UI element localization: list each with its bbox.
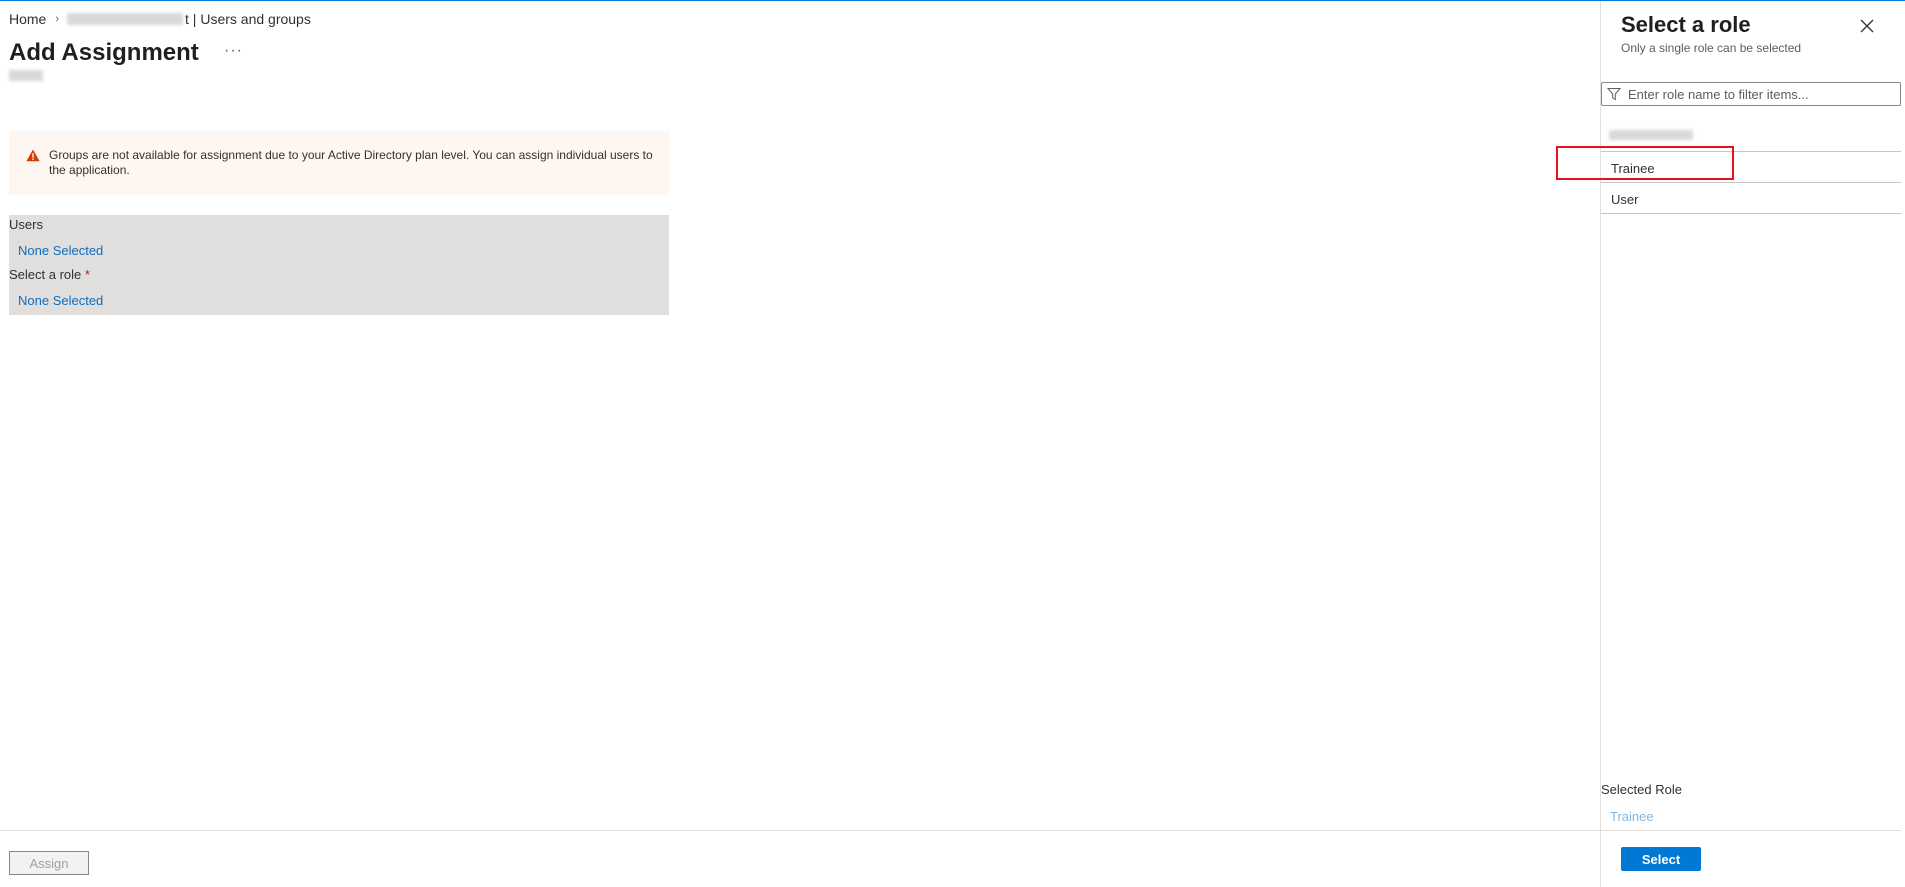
redacted-subtitle [9, 70, 43, 81]
select-button[interactable]: Select [1621, 847, 1701, 871]
required-asterisk: * [84, 267, 90, 282]
role-item-user[interactable]: User [1601, 183, 1901, 214]
role-filter-box [1601, 82, 1901, 106]
breadcrumb-home[interactable]: Home [9, 10, 46, 28]
warning-icon [26, 149, 40, 162]
warning-text: Groups are not available for assignment … [49, 148, 653, 177]
pane-title: Select a role [1621, 12, 1751, 37]
page-title: Add Assignment [9, 39, 199, 66]
select-role-label: Select a role * [9, 267, 90, 282]
warning-banner: Groups are not available for assignment … [9, 131, 669, 195]
users-label: Users [9, 217, 43, 232]
role-none-selected-link[interactable]: None Selected [18, 293, 103, 308]
role-filter-input[interactable] [1626, 85, 1900, 103]
redacted-app-name [67, 13, 184, 25]
role-item-label: User [1611, 192, 1639, 207]
highlight-annotation [1556, 146, 1734, 180]
filter-icon [1607, 88, 1621, 101]
pane-subtitle: Only a single role can be selected [1621, 41, 1802, 55]
breadcrumb-current[interactable]: t | Users and groups [185, 10, 311, 28]
chevron-right-icon: › [55, 13, 60, 25]
select-role-label-text: Select a role [9, 267, 82, 282]
more-options-icon[interactable]: ··· [224, 42, 243, 60]
selected-role-value: Trainee [1610, 809, 1654, 824]
breadcrumb: Home › t | Users and groups [9, 10, 311, 28]
pane-footer-divider [1601, 830, 1901, 831]
assignment-form: Users None Selected Select a role * None… [9, 215, 669, 315]
redacted-role-name [1609, 130, 1693, 140]
assign-button[interactable]: Assign [9, 851, 89, 875]
users-none-selected-link[interactable]: None Selected [18, 243, 103, 258]
selected-role-label: Selected Role [1601, 782, 1682, 797]
select-role-pane: Select a role Only a single role can be … [1600, 1, 1905, 887]
main-blade: Home › t | Users and groups Add Assignme… [0, 0, 1600, 887]
close-icon[interactable] [1858, 17, 1876, 35]
footer-divider [0, 830, 1600, 831]
